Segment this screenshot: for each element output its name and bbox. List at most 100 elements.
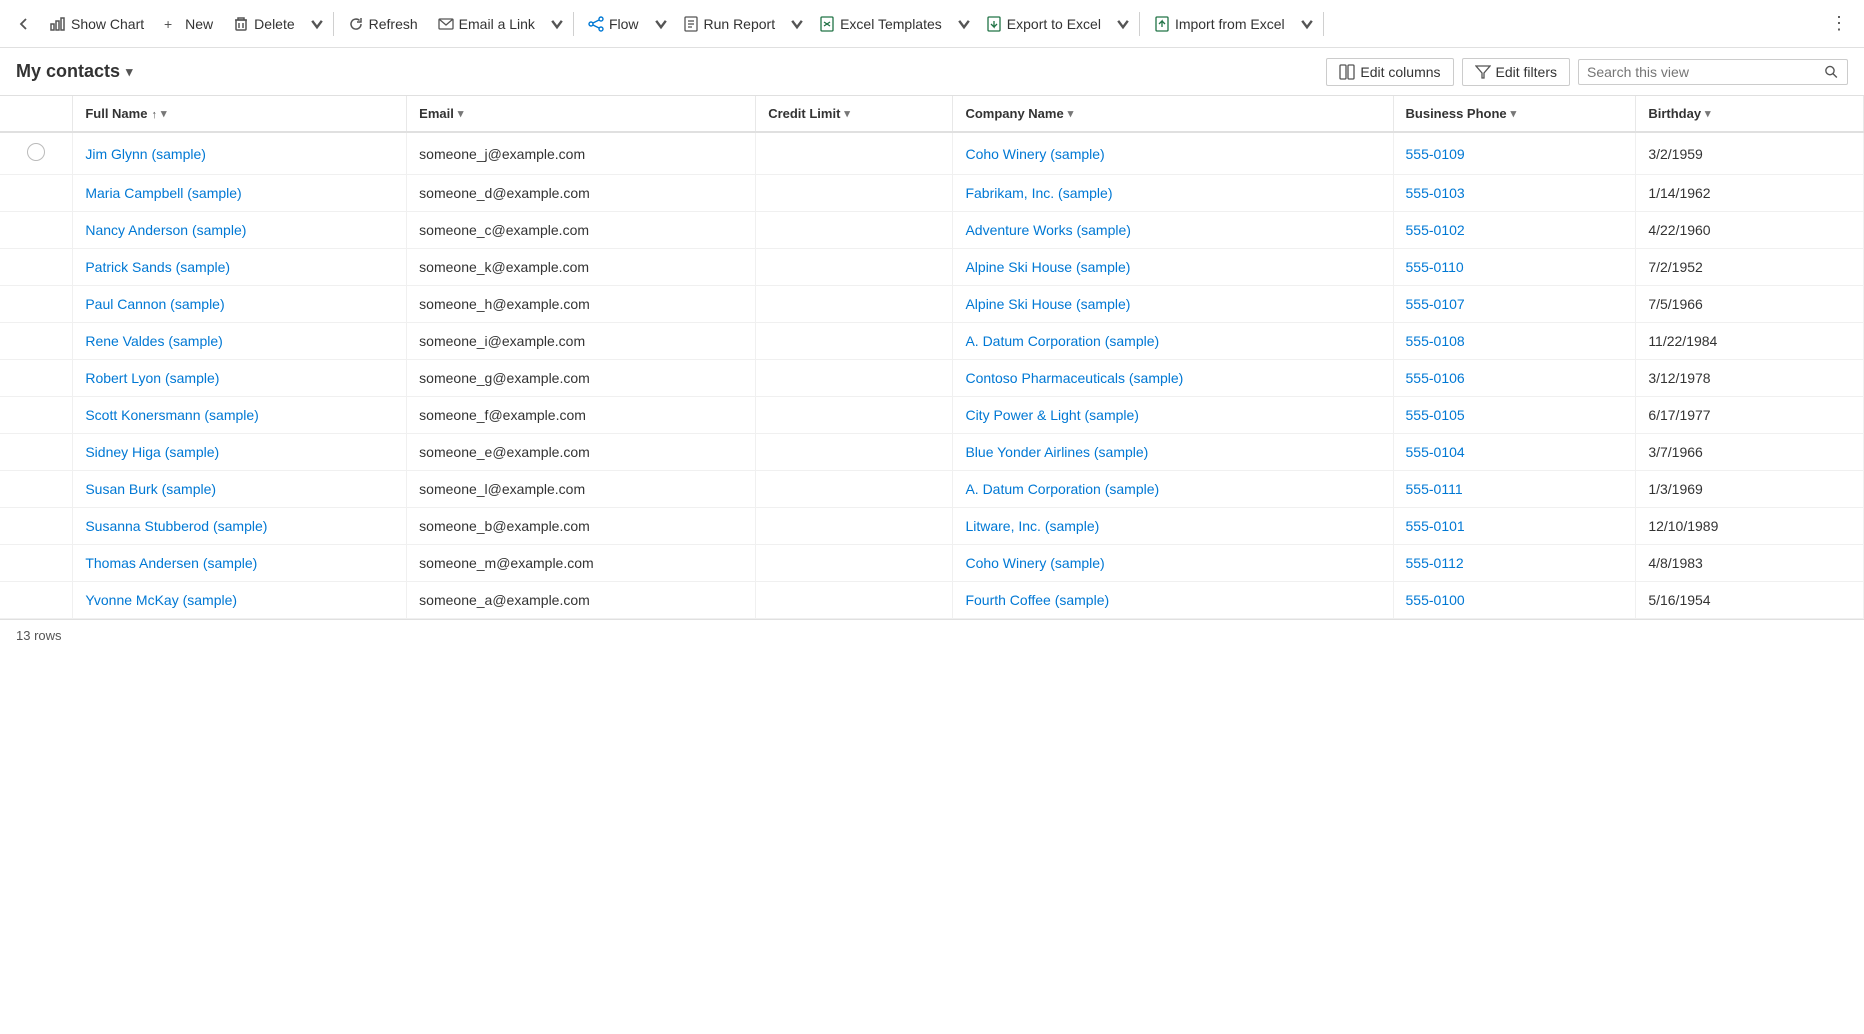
fullname-cell[interactable]: Thomas Andersen (sample) xyxy=(73,545,407,582)
company-cell[interactable]: Blue Yonder Airlines (sample) xyxy=(953,434,1393,471)
row-checkbox-cell[interactable] xyxy=(0,212,73,249)
search-box[interactable] xyxy=(1578,59,1848,85)
fullname-cell[interactable]: Jim Glynn (sample) xyxy=(73,132,407,175)
company-cell[interactable]: Alpine Ski House (sample) xyxy=(953,249,1393,286)
col-credit-label: Credit Limit xyxy=(768,106,840,121)
search-input[interactable] xyxy=(1587,64,1818,80)
email-link-button[interactable]: Email a Link xyxy=(428,10,545,38)
col-header-check xyxy=(0,96,73,132)
row-checkbox-cell[interactable] xyxy=(0,582,73,619)
phone-cell[interactable]: 555-0108 xyxy=(1393,323,1636,360)
excel-templates-dropdown-button[interactable] xyxy=(952,10,976,38)
company-cell[interactable]: Alpine Ski House (sample) xyxy=(953,286,1393,323)
email-link-dropdown-button[interactable] xyxy=(545,10,569,38)
col-header-phone[interactable]: Business Phone ▾ xyxy=(1393,96,1636,132)
col-header-email[interactable]: Email ▾ xyxy=(407,96,756,132)
back-button[interactable] xyxy=(8,10,40,38)
fullname-cell[interactable]: Paul Cannon (sample) xyxy=(73,286,407,323)
birthday-cell: 4/22/1960 xyxy=(1636,212,1864,249)
row-checkbox-cell[interactable] xyxy=(0,471,73,508)
company-cell[interactable]: Coho Winery (sample) xyxy=(953,545,1393,582)
col-header-company[interactable]: Company Name ▾ xyxy=(953,96,1393,132)
row-checkbox-cell[interactable] xyxy=(0,360,73,397)
birthday-cell: 5/16/1954 xyxy=(1636,582,1864,619)
company-cell[interactable]: Adventure Works (sample) xyxy=(953,212,1393,249)
separator-4 xyxy=(1323,12,1324,36)
phone-cell[interactable]: 555-0101 xyxy=(1393,508,1636,545)
table-header-row: Full Name ▾ Email ▾ Credit Limit ▾ xyxy=(0,96,1864,132)
fullname-cell[interactable]: Susanna Stubberod (sample) xyxy=(73,508,407,545)
delete-button[interactable]: Delete xyxy=(223,10,304,38)
row-checkbox-cell[interactable] xyxy=(0,132,73,175)
export-excel-dropdown-button[interactable] xyxy=(1111,10,1135,38)
col-header-fullname[interactable]: Full Name ▾ xyxy=(73,96,407,132)
col-header-credit[interactable]: Credit Limit ▾ xyxy=(756,96,953,132)
row-checkbox-cell[interactable] xyxy=(0,397,73,434)
email-cell: someone_d@example.com xyxy=(407,175,756,212)
fullname-cell[interactable]: Susan Burk (sample) xyxy=(73,471,407,508)
fullname-cell[interactable]: Sidney Higa (sample) xyxy=(73,434,407,471)
export-excel-button[interactable]: Export to Excel xyxy=(976,10,1111,38)
row-checkbox-cell[interactable] xyxy=(0,249,73,286)
fullname-cell[interactable]: Patrick Sands (sample) xyxy=(73,249,407,286)
run-report-dropdown-button[interactable] xyxy=(785,10,809,38)
phone-cell[interactable]: 555-0110 xyxy=(1393,249,1636,286)
show-chart-button[interactable]: Show Chart xyxy=(40,10,154,38)
birthday-cell: 3/12/1978 xyxy=(1636,360,1864,397)
company-cell[interactable]: Litware, Inc. (sample) xyxy=(953,508,1393,545)
company-cell[interactable]: A. Datum Corporation (sample) xyxy=(953,323,1393,360)
row-checkbox-cell[interactable] xyxy=(0,508,73,545)
company-cell[interactable]: City Power & Light (sample) xyxy=(953,397,1393,434)
refresh-button[interactable]: Refresh xyxy=(338,10,428,38)
credit-cell xyxy=(756,360,953,397)
view-title[interactable]: My contacts ▾ xyxy=(16,61,133,82)
fullname-cell[interactable]: Nancy Anderson (sample) xyxy=(73,212,407,249)
row-checkbox[interactable] xyxy=(27,143,45,161)
row-checkbox-cell[interactable] xyxy=(0,323,73,360)
col-phone-label: Business Phone xyxy=(1406,106,1507,121)
row-checkbox-cell[interactable] xyxy=(0,286,73,323)
company-cell[interactable]: Fabrikam, Inc. (sample) xyxy=(953,175,1393,212)
phone-cell[interactable]: 555-0103 xyxy=(1393,175,1636,212)
company-cell[interactable]: Contoso Pharmaceuticals (sample) xyxy=(953,360,1393,397)
phone-cell[interactable]: 555-0100 xyxy=(1393,582,1636,619)
row-count: 13 rows xyxy=(16,628,62,643)
phone-cell[interactable]: 555-0109 xyxy=(1393,132,1636,175)
email-cell: someone_e@example.com xyxy=(407,434,756,471)
import-excel-dropdown-button[interactable] xyxy=(1295,10,1319,38)
phone-cell[interactable]: 555-0112 xyxy=(1393,545,1636,582)
row-checkbox-cell[interactable] xyxy=(0,545,73,582)
phone-cell[interactable]: 555-0106 xyxy=(1393,360,1636,397)
new-button[interactable]: + New xyxy=(154,10,223,38)
refresh-label: Refresh xyxy=(369,16,418,32)
fullname-cell[interactable]: Rene Valdes (sample) xyxy=(73,323,407,360)
more-options-button[interactable]: ⋮ xyxy=(1822,7,1856,40)
phone-cell[interactable]: 555-0102 xyxy=(1393,212,1636,249)
edit-columns-button[interactable]: Edit columns xyxy=(1326,58,1453,86)
table-row: Sidney Higa (sample)someone_e@example.co… xyxy=(0,434,1864,471)
delete-dropdown-button[interactable] xyxy=(305,10,329,38)
phone-cell[interactable]: 555-0111 xyxy=(1393,471,1636,508)
toolbar: Show Chart + New Delete Refresh Email a … xyxy=(0,0,1864,48)
email-cell: someone_k@example.com xyxy=(407,249,756,286)
company-cell[interactable]: A. Datum Corporation (sample) xyxy=(953,471,1393,508)
flow-button[interactable]: Flow xyxy=(578,10,649,38)
company-cell[interactable]: Fourth Coffee (sample) xyxy=(953,582,1393,619)
fullname-cell[interactable]: Yvonne McKay (sample) xyxy=(73,582,407,619)
fullname-cell[interactable]: Scott Konersmann (sample) xyxy=(73,397,407,434)
fullname-cell[interactable]: Maria Campbell (sample) xyxy=(73,175,407,212)
company-cell[interactable]: Coho Winery (sample) xyxy=(953,132,1393,175)
phone-cell[interactable]: 555-0105 xyxy=(1393,397,1636,434)
flow-dropdown-button[interactable] xyxy=(649,10,673,38)
run-report-button[interactable]: Run Report xyxy=(673,10,786,38)
fullname-cell[interactable]: Robert Lyon (sample) xyxy=(73,360,407,397)
phone-cell[interactable]: 555-0107 xyxy=(1393,286,1636,323)
import-excel-button[interactable]: Import from Excel xyxy=(1144,10,1295,38)
row-checkbox-cell[interactable] xyxy=(0,175,73,212)
col-header-birthday[interactable]: Birthday ▾ xyxy=(1636,96,1864,132)
edit-filters-button[interactable]: Edit filters xyxy=(1462,58,1570,86)
birthday-cell: 4/8/1983 xyxy=(1636,545,1864,582)
phone-cell[interactable]: 555-0104 xyxy=(1393,434,1636,471)
excel-templates-button[interactable]: Excel Templates xyxy=(809,10,952,38)
row-checkbox-cell[interactable] xyxy=(0,434,73,471)
